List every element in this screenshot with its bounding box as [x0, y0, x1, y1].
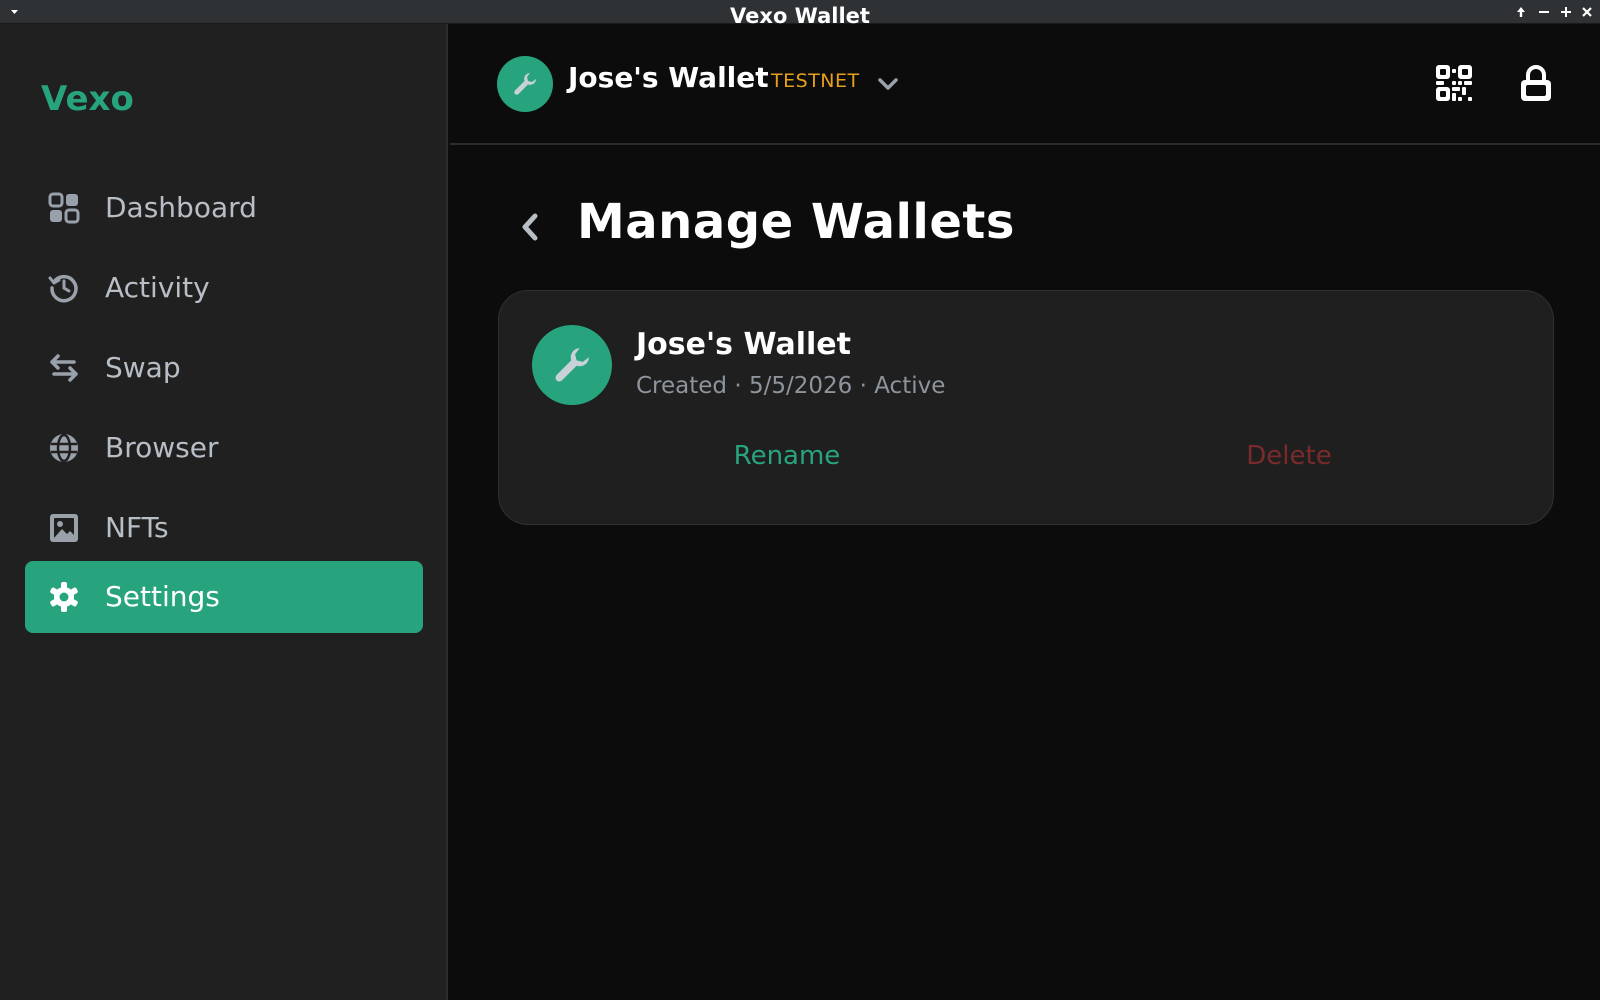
wrench-icon: [555, 348, 589, 382]
sidebar-item-label: Swap: [105, 351, 181, 384]
sidebar-item-dashboard[interactable]: Dashboard: [25, 172, 423, 244]
wallet-card-avatar: [532, 325, 612, 405]
sidebar-item-label: Browser: [105, 431, 219, 464]
sidebar-item-label: Dashboard: [105, 191, 257, 224]
sidebar-item-nfts[interactable]: NFTs: [25, 492, 423, 564]
qr-code-icon[interactable]: [1435, 64, 1473, 102]
minimize-icon[interactable]: [1537, 5, 1551, 19]
page-title: Manage Wallets: [577, 194, 1015, 250]
wallet-avatar[interactable]: [497, 56, 553, 112]
sidebar: Vexo Dashboard Activity Swap Browser NFT…: [0, 24, 448, 1000]
lock-icon[interactable]: [1520, 64, 1552, 102]
sidebar-item-label: NFTs: [105, 511, 169, 544]
wallet-card: Jose's Wallet Created · 5/5/2026 · Activ…: [498, 290, 1554, 525]
sidebar-item-settings[interactable]: Settings: [25, 561, 423, 633]
wallet-card-name: Jose's Wallet: [636, 327, 851, 362]
image-icon: [50, 514, 78, 542]
history-icon: [48, 274, 78, 303]
chevron-down-icon[interactable]: [874, 70, 902, 98]
brand-logo: Vexo: [41, 79, 134, 119]
window-titlebar: Vexo Wallet: [0, 0, 1600, 24]
wallet-created-date: 5/5/2026: [748, 373, 853, 399]
maximize-icon[interactable]: [1559, 5, 1573, 19]
delete-button[interactable]: Delete: [1199, 441, 1379, 481]
gear-icon: [50, 582, 78, 612]
meta-separator: ·: [859, 373, 867, 399]
sidebar-item-activity[interactable]: Activity: [25, 252, 423, 324]
sidebar-item-label: Activity: [105, 271, 210, 304]
wallet-name[interactable]: Jose's Wallet: [568, 61, 769, 94]
window-title: Vexo Wallet: [730, 4, 870, 24]
sidebar-item-browser[interactable]: Browser: [25, 412, 423, 484]
sidebar-item-swap[interactable]: Swap: [25, 332, 423, 404]
swap-arrows-icon: [50, 354, 78, 382]
network-badge: TESTNET: [771, 70, 860, 92]
dashboard-icon: [48, 192, 80, 224]
back-chevron-icon[interactable]: [515, 208, 545, 246]
app-header: Jose's Wallet TESTNET: [450, 24, 1600, 145]
wrench-icon: [514, 73, 536, 95]
globe-icon: [50, 433, 78, 463]
keep-above-icon[interactable]: [1514, 5, 1528, 19]
meta-separator: ·: [734, 373, 742, 399]
rename-button[interactable]: Rename: [697, 441, 877, 481]
wallet-status: Active: [874, 373, 946, 399]
sidebar-item-label: Settings: [105, 580, 220, 613]
wallet-created-label: Created: [636, 373, 728, 399]
wallet-card-meta: Created · 5/5/2026 · Active: [636, 373, 945, 399]
close-icon[interactable]: [1580, 5, 1594, 19]
